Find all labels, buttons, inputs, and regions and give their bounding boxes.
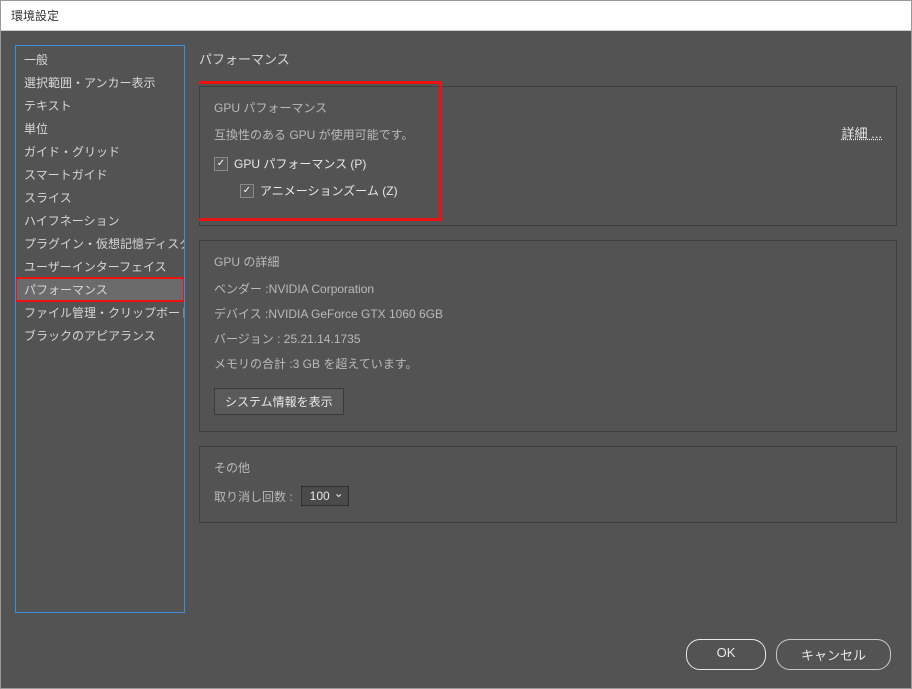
checkbox-label: GPU パフォーマンス (P) — [234, 155, 366, 172]
sidebar-item-slices[interactable]: スライス — [16, 186, 184, 209]
sidebar-item-file-clipboard[interactable]: ファイル管理・クリップボード — [16, 301, 184, 324]
sidebar-item-selection-anchor[interactable]: 選択範囲・アンカー表示 — [16, 71, 184, 94]
preferences-window: 環境設定 一般 選択範囲・アンカー表示 テキスト 単位 ガイド・グリッド スマー… — [0, 0, 912, 689]
memory-line: メモリの合計 :3 GB を超えています。 — [214, 355, 882, 372]
dialog-body: 一般 選択範囲・アンカー表示 テキスト 単位 ガイド・グリッド スマートガイド … — [1, 31, 911, 627]
animation-zoom-checkbox-row[interactable]: ✓ アニメーションズーム (Z) — [240, 182, 882, 199]
checkbox-icon: ✓ — [240, 184, 254, 198]
undo-count-row: 取り消し回数 : 100 — [214, 486, 882, 506]
sidebar-item-performance[interactable]: パフォーマンス — [16, 278, 184, 301]
sidebar-item-text[interactable]: テキスト — [16, 94, 184, 117]
sidebar-item-plugins-scratch[interactable]: プラグイン・仮想記憶ディスク — [16, 232, 184, 255]
other-panel: その他 取り消し回数 : 100 — [199, 446, 897, 523]
gpu-detail-title: GPU の詳細 — [214, 253, 882, 270]
version-line: バージョン : 25.21.14.1735 — [214, 330, 882, 347]
ok-button[interactable]: OK — [686, 639, 766, 670]
checkbox-icon: ✓ — [214, 157, 228, 171]
sidebar-item-hyphenation[interactable]: ハイフネーション — [16, 209, 184, 232]
sidebar-item-units[interactable]: 単位 — [16, 117, 184, 140]
gpu-performance-panel: GPU パフォーマンス 互換性のある GPU が使用可能です。 ✓ GPU パフ… — [199, 86, 897, 226]
undo-count-select[interactable]: 100 — [301, 486, 349, 506]
gpu-detail-panel: GPU の詳細 ベンダー :NVIDIA Corporation デバイス :N… — [199, 240, 897, 432]
gpu-compat-text: 互換性のある GPU が使用可能です。 — [214, 126, 882, 143]
sidebar-item-smart-guides[interactable]: スマートガイド — [16, 163, 184, 186]
gpu-performance-title: GPU パフォーマンス — [214, 99, 882, 116]
sidebar-item-general[interactable]: 一般 — [16, 48, 184, 71]
sidebar-item-black-appearance[interactable]: ブラックのアピアランス — [16, 324, 184, 347]
device-line: デバイス :NVIDIA GeForce GTX 1060 6GB — [214, 305, 882, 322]
detail-button[interactable]: 詳細 ... — [842, 126, 882, 141]
other-title: その他 — [214, 459, 882, 476]
undo-count-label: 取り消し回数 : — [214, 488, 293, 505]
cancel-button[interactable]: キャンセル — [776, 639, 891, 670]
window-title: 環境設定 — [1, 1, 911, 31]
page-title: パフォーマンス — [199, 45, 897, 72]
sidebar: 一般 選択範囲・アンカー表示 テキスト 単位 ガイド・グリッド スマートガイド … — [15, 45, 185, 613]
sidebar-item-guides-grid[interactable]: ガイド・グリッド — [16, 140, 184, 163]
gpu-performance-checkbox-row[interactable]: ✓ GPU パフォーマンス (P) — [214, 155, 882, 172]
checkbox-label: アニメーションズーム (Z) — [260, 182, 398, 199]
system-info-button[interactable]: システム情報を表示 — [214, 388, 344, 415]
dialog-footer: OK キャンセル — [1, 627, 911, 688]
sidebar-item-ui[interactable]: ユーザーインターフェイス — [16, 255, 184, 278]
main-content: パフォーマンス GPU パフォーマンス 互換性のある GPU が使用可能です。 … — [199, 45, 897, 613]
vendor-line: ベンダー :NVIDIA Corporation — [214, 280, 882, 297]
